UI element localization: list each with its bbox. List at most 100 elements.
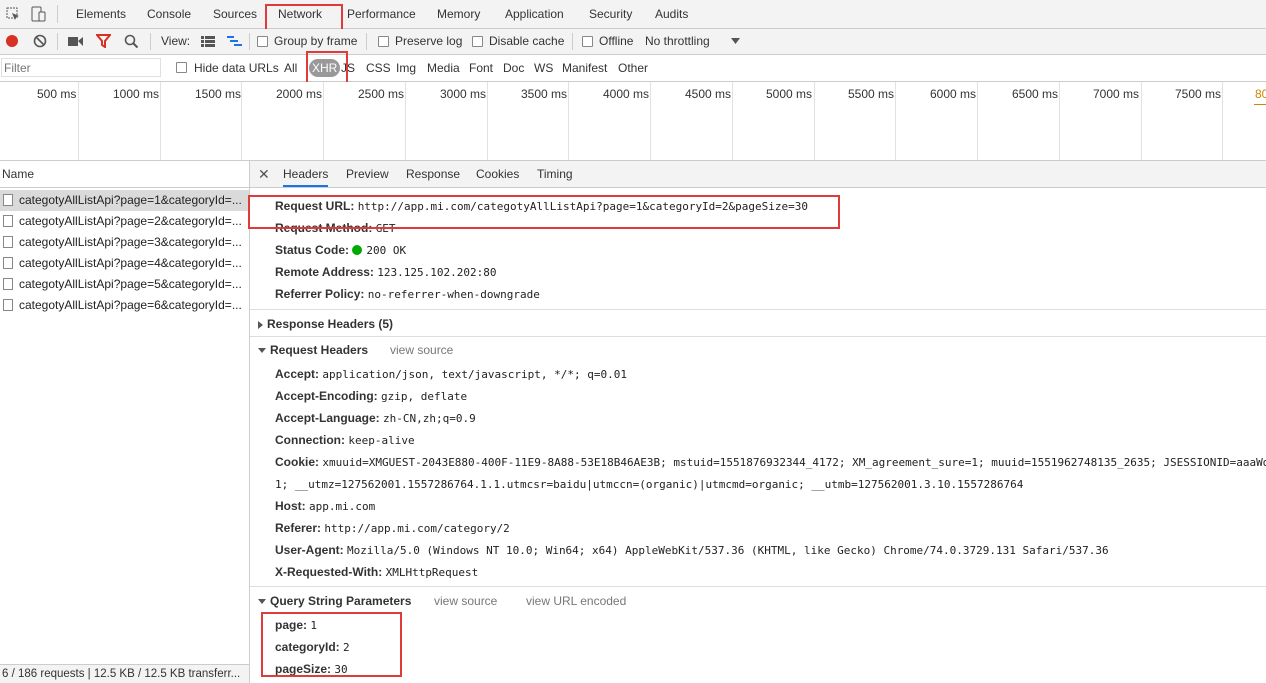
timeline-tick: [1059, 82, 1060, 160]
preserve-log-checkbox[interactable]: [378, 36, 389, 47]
timeline-tick: [405, 82, 406, 160]
filter-type-font[interactable]: Font: [469, 55, 493, 81]
query-params-section[interactable]: Query String Parameters: [258, 594, 411, 608]
filter-type-other[interactable]: Other: [618, 55, 648, 81]
timeline-tick: [78, 82, 79, 160]
header-key: Connection:: [275, 433, 345, 447]
divider: [57, 33, 58, 50]
header-value: no-referrer-when-downgrade: [367, 288, 540, 301]
filter-type-manifest[interactable]: Manifest: [562, 55, 607, 81]
tab-security[interactable]: Security: [589, 0, 632, 28]
offline-checkbox[interactable]: [582, 36, 593, 47]
large-rows-icon[interactable]: [201, 36, 215, 47]
disable-cache-label: Disable cache: [489, 34, 565, 48]
name-column-header[interactable]: Name: [0, 161, 249, 188]
timeline-tick: [1222, 82, 1223, 160]
clear-icon[interactable]: [33, 34, 47, 48]
timeline-label: 5000 ms: [766, 87, 813, 101]
section-divider: [250, 336, 1266, 337]
tab-elements[interactable]: Elements: [76, 0, 126, 28]
record-icon[interactable]: [5, 34, 19, 48]
timeline-tick: [1141, 82, 1142, 160]
header-key: Referer:: [275, 521, 322, 535]
filter-type-media[interactable]: Media: [427, 55, 460, 81]
filter-type-css[interactable]: CSS: [366, 55, 391, 81]
divider: [249, 33, 250, 50]
response-headers-section[interactable]: Response Headers (5): [258, 317, 393, 331]
tab-headers[interactable]: Headers: [283, 161, 329, 187]
timeline-label: 1500 ms: [195, 87, 242, 101]
device-toolbar-icon[interactable]: [31, 6, 47, 22]
filter-type-img[interactable]: Img: [396, 55, 416, 81]
hide-data-urls-checkbox[interactable]: [176, 62, 187, 73]
request-header-row: Connection: keep-alive: [275, 433, 415, 447]
tab-performance[interactable]: Performance: [347, 0, 416, 28]
group-by-frame-checkbox[interactable]: [257, 36, 268, 47]
header-key: Accept-Encoding:: [275, 389, 378, 403]
tab-response[interactable]: Response: [406, 161, 460, 187]
general-remote-address: Remote Address: 123.125.102.202:80: [275, 265, 496, 279]
header-key: X-Requested-With:: [275, 565, 383, 579]
request-header-row: X-Requested-With: XMLHttpRequest: [275, 565, 478, 579]
request-row[interactable]: categotyAllListApi?page=1&categoryId=...: [0, 190, 249, 211]
timeline-tick: [814, 82, 815, 160]
offline-label: Offline: [599, 34, 634, 48]
file-icon: [3, 215, 13, 227]
request-row[interactable]: categotyAllListApi?page=3&categoryId=...: [0, 232, 249, 253]
screenshot-camera-icon[interactable]: [68, 36, 84, 47]
section-title: Response Headers (5): [267, 317, 394, 331]
header-value: Mozilla/5.0 (Windows NT 10.0; Win64; x64…: [347, 544, 1109, 557]
request-headers-section[interactable]: Request Headers: [258, 343, 368, 357]
inspect-element-icon[interactable]: [6, 7, 20, 21]
timeline-label: 4000 ms: [603, 87, 650, 101]
section-title: Request Headers: [270, 343, 369, 357]
query-view-url-encoded[interactable]: view URL encoded: [526, 594, 626, 608]
request-row[interactable]: categotyAllListApi?page=2&categoryId=...: [0, 211, 249, 232]
tab-audits[interactable]: Audits: [655, 0, 688, 28]
tab-cookies[interactable]: Cookies: [476, 161, 519, 187]
request-name: categotyAllListApi?page=4&categoryId=...: [19, 256, 242, 270]
request-row[interactable]: categotyAllListApi?page=5&categoryId=...: [0, 274, 249, 295]
timeline-label: 4500 ms: [685, 87, 732, 101]
request-name: categotyAllListApi?page=5&categoryId=...: [19, 277, 242, 291]
tab-memory[interactable]: Memory: [437, 0, 480, 28]
timeline-tick: [977, 82, 978, 160]
request-row[interactable]: categotyAllListApi?page=4&categoryId=...: [0, 253, 249, 274]
status-ok-dot: [352, 245, 363, 255]
header-value: http://app.mi.com/category/2: [324, 522, 510, 535]
tab-preview[interactable]: Preview: [346, 161, 389, 187]
query-view-source[interactable]: view source: [434, 594, 497, 608]
tab-sources[interactable]: Sources: [213, 0, 257, 28]
tab-application[interactable]: Application: [505, 0, 564, 28]
disable-cache-checkbox[interactable]: [472, 36, 483, 47]
collapse-triangle-icon: [258, 348, 266, 354]
filter-icon[interactable]: [96, 34, 111, 48]
timeline-label: 6000 ms: [930, 87, 977, 101]
request-row[interactable]: categotyAllListApi?page=6&categoryId=...: [0, 295, 249, 316]
filter-type-ws[interactable]: WS: [534, 55, 553, 81]
timeline-label: 5500 ms: [848, 87, 895, 101]
header-key: Remote Address:: [275, 265, 374, 279]
filter-type-all[interactable]: All: [284, 55, 297, 81]
waterfall-icon[interactable]: [227, 36, 243, 47]
search-icon[interactable]: [124, 34, 139, 49]
tab-console[interactable]: Console: [147, 0, 191, 28]
network-toolbar: View: Group by frame Preserve log Disabl…: [0, 29, 1266, 55]
request-header-row: User-Agent: Mozilla/5.0 (Windows NT 10.0…: [275, 543, 1109, 557]
file-icon: [3, 257, 13, 269]
request-header-row: Cookie: xmuuid=XMGUEST-2043E880-400F-11E…: [275, 455, 1266, 469]
tab-timing[interactable]: Timing: [537, 161, 573, 187]
throttling-select[interactable]: No throttling: [645, 29, 710, 54]
timeline-label: 500 ms: [37, 87, 77, 101]
header-value: XMLHttpRequest: [385, 566, 479, 579]
section-divider: [250, 309, 1266, 310]
overview-timeline[interactable]: 500 ms 1000 ms 1500 ms 2000 ms 2500 ms 3…: [0, 82, 1266, 161]
request-header-row: Accept-Encoding: gzip, deflate: [275, 389, 467, 403]
timeline-label: 7000 ms: [1093, 87, 1140, 101]
filter-input[interactable]: [1, 58, 161, 77]
close-icon[interactable]: ✕: [258, 161, 270, 187]
filter-type-doc[interactable]: Doc: [503, 55, 524, 81]
request-headers-view-source[interactable]: view source: [390, 343, 453, 357]
chevron-down-icon[interactable]: [731, 38, 740, 45]
request-header-row-continued: 1; __utmz=127562001.1557286764.1.1.utmcs…: [275, 477, 1023, 491]
